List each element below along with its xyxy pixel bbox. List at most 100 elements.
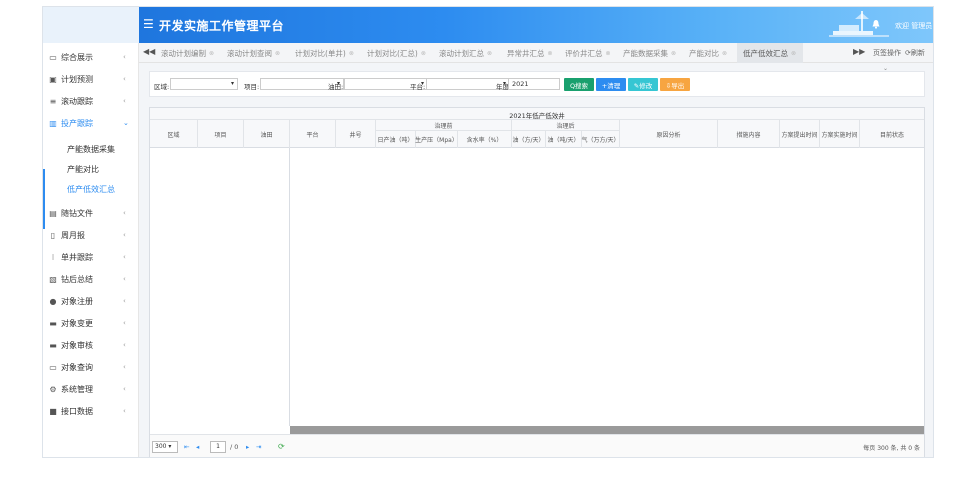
col-impl-time[interactable]: 方案实施时间 xyxy=(820,120,860,148)
close-icon[interactable]: ⊗ xyxy=(606,50,611,57)
page-size-select[interactable]: 300 ▾ xyxy=(152,441,178,453)
clear-button[interactable]: +清理 xyxy=(596,78,626,91)
sidebar-item-label: 对象审核 xyxy=(61,340,93,350)
sidebar-subitem-capacity-data[interactable]: 产能数据采集 xyxy=(43,139,139,159)
col-status[interactable]: 目前状态 xyxy=(860,120,924,148)
year-input[interactable]: 2021 xyxy=(508,78,560,90)
bell-icon[interactable] xyxy=(871,19,881,29)
col-platform[interactable]: 平台 xyxy=(290,120,336,148)
sidebar-item-system-admin[interactable]: ⚙ 系统管理 ‹ xyxy=(43,379,139,399)
tab-abnormal-wells[interactable]: 异常井汇总 ⊗ xyxy=(503,43,559,63)
col-measures[interactable]: 措施内容 xyxy=(718,120,780,148)
summary-icon: ▧ xyxy=(49,274,57,284)
tab-rolling-plan-view[interactable]: 滚动计划查阅 ⊗ xyxy=(223,43,289,63)
close-icon[interactable]: ⊗ xyxy=(349,50,354,57)
sidebar-item-label: 系统管理 xyxy=(61,384,93,394)
col-plan-time[interactable]: 方案提出时间 xyxy=(780,120,820,148)
sidebar-item-object-register[interactable]: ● 对象注册 ‹ xyxy=(43,291,139,311)
tabs-scroll-left-icon[interactable]: ◀◀ xyxy=(143,47,155,56)
grid-header: 2021年低产低效井 区域 项目 油田 平台 井号 治理前 日产油（吨） 生产压… xyxy=(150,108,924,148)
search-button[interactable]: Q搜索 xyxy=(564,78,594,91)
col-after-oil-ton[interactable]: 油（吨/天） xyxy=(546,131,582,148)
col-oilfield[interactable]: 油田 xyxy=(244,120,290,148)
close-icon[interactable]: ⊗ xyxy=(209,50,214,57)
sidebar-item-object-audit[interactable]: ▬ 对象审核 ‹ xyxy=(43,335,139,355)
region-label: 区域: xyxy=(154,83,170,91)
chevron-left-icon: ‹ xyxy=(123,319,126,327)
tab-capacity-data[interactable]: 产能数据采集 ⊗ xyxy=(619,43,683,63)
tab-label: 异常井汇总 xyxy=(507,48,545,58)
sidebar-subitem-low-yield-summary[interactable]: 低产低效汇总 xyxy=(43,179,139,199)
menu-toggle-icon[interactable]: ☰ xyxy=(143,17,154,31)
next-page-icon[interactable]: ▸ xyxy=(246,443,249,451)
first-page-icon[interactable]: ⇤ xyxy=(184,443,189,451)
chevron-left-icon: ‹ xyxy=(123,231,126,239)
horizontal-scrollbar[interactable] xyxy=(290,426,924,434)
chevron-left-icon: ‹ xyxy=(123,97,126,105)
top-header: ☰ 开发实施工作管理平台 欢迎 管理员 xyxy=(43,7,933,43)
sidebar-item-plan-forecast[interactable]: ▣ 计划预测 ‹ xyxy=(43,69,139,89)
sidebar-item-post-drilling[interactable]: ▧ 钻后总结 ‹ xyxy=(43,269,139,289)
tab-low-yield-summary[interactable]: 低产低效汇总 ⊗ xyxy=(737,43,803,63)
tab-label: 产能数据采集 xyxy=(623,48,668,58)
export-button[interactable]: ⇩导出 xyxy=(660,78,690,91)
last-page-icon[interactable]: ⇥ xyxy=(256,443,261,451)
close-icon[interactable]: ⊗ xyxy=(275,50,280,57)
close-icon[interactable]: ⊗ xyxy=(791,50,796,57)
close-icon[interactable]: ⊗ xyxy=(548,50,553,57)
col-region[interactable]: 区域 xyxy=(150,120,198,148)
sidebar-item-label: 接口数据 xyxy=(61,406,93,416)
data-grid: 2021年低产低效井 区域 项目 油田 平台 井号 治理前 日产油（吨） 生产压… xyxy=(149,107,925,457)
sidebar-item-object-change[interactable]: ▬ 对象变更 ‹ xyxy=(43,313,139,333)
sidebar-item-production-tracking[interactable]: ▥ 投产跟踪 ⌄ xyxy=(43,113,139,133)
edit-button[interactable]: ✎修改 xyxy=(628,78,658,91)
tab-label: 滚动计划编制 xyxy=(161,48,206,58)
sidebar-item-label: 滚动跟踪 xyxy=(61,96,93,106)
region-select[interactable]: ▾ xyxy=(170,78,238,90)
close-icon[interactable]: ⊗ xyxy=(722,50,727,57)
tab-operations-menu[interactable]: 页签操作 xyxy=(873,48,901,58)
users-icon: ● xyxy=(49,296,57,306)
col-project[interactable]: 项目 xyxy=(198,120,244,148)
col-cause[interactable]: 原因分析 xyxy=(620,120,718,148)
tab-plan-compare-summary[interactable]: 计划对比(汇总) ⊗ xyxy=(363,43,433,63)
main-content: ⌄ 区域: ▾ 项目: ▾ 油田: ▾ 平台: ▾ 年度: 2021 Q搜索 +… xyxy=(139,63,933,457)
close-icon[interactable]: ⊗ xyxy=(421,50,426,57)
database-icon: ■ xyxy=(49,406,57,416)
chevron-left-icon: ‹ xyxy=(123,407,126,415)
app-window: ☰ 开发实施工作管理平台 欢迎 管理员 ▭ 综合展示 ‹ ▣ 计划预测 ‹ ≡ xyxy=(42,6,934,458)
tab-capacity-compare[interactable]: 产能对比 ⊗ xyxy=(685,43,735,63)
tab-plan-compare-single[interactable]: 计划对比(单井) ⊗ xyxy=(291,43,361,63)
close-icon[interactable]: ⊗ xyxy=(487,50,492,57)
sidebar-item-label: 计划预测 xyxy=(61,74,93,84)
page-number-input[interactable]: 1 xyxy=(210,441,226,453)
tab-rolling-plan-summary[interactable]: 滚动计划汇总 ⊗ xyxy=(435,43,501,63)
platform-label: 平台: xyxy=(410,83,426,91)
tab-evaluation-wells[interactable]: 评价井汇总 ⊗ xyxy=(561,43,617,63)
list-icon: ≡ xyxy=(49,96,57,106)
sidebar-item-label: 钻后总结 xyxy=(61,274,93,284)
sidebar-item-drilling-files[interactable]: ▤ 随钻文件 ‹ xyxy=(43,203,139,223)
sidebar-item-interface-data[interactable]: ■ 接口数据 ‹ xyxy=(43,401,139,421)
sidebar-item-rolling-tracking[interactable]: ≡ 滚动跟踪 ‹ xyxy=(43,91,139,111)
col-before-water-cut[interactable]: 含水率（%） xyxy=(458,131,512,148)
close-icon[interactable]: ⊗ xyxy=(671,50,676,57)
sidebar-item-single-well[interactable]: ⁝ 单井跟踪 ‹ xyxy=(43,247,139,267)
col-before-pressure[interactable]: 生产压（Mpa） xyxy=(415,131,458,148)
sidebar-item-weekly-monthly[interactable]: ▯ 周月报 ‹ xyxy=(43,225,139,245)
col-after-oil[interactable]: 油（方/天） xyxy=(512,131,546,148)
chevron-left-icon: ‹ xyxy=(123,363,126,371)
prev-page-icon[interactable]: ◂ xyxy=(196,443,199,451)
col-after-gas[interactable]: 气（万方/天） xyxy=(581,131,620,148)
tab-rolling-plan-edit[interactable]: 滚动计划编制 ⊗ xyxy=(157,43,221,63)
welcome-text[interactable]: 欢迎 管理员 xyxy=(895,21,932,31)
sidebar-item-object-query[interactable]: ▭ 对象查询 ‹ xyxy=(43,357,139,377)
col-well[interactable]: 井号 xyxy=(336,120,376,148)
reload-icon[interactable]: ⟳ xyxy=(278,442,285,451)
tabs-scroll-right-icon[interactable]: ▶▶ xyxy=(853,47,865,56)
sidebar-subitem-capacity-compare[interactable]: 产能对比 xyxy=(43,159,139,179)
col-before-daily-oil[interactable]: 日产油（吨） xyxy=(376,131,416,148)
sidebar-item-overview[interactable]: ▭ 综合展示 ‹ xyxy=(43,47,139,67)
gear-icon: ⚙ xyxy=(49,384,57,394)
refresh-button[interactable]: ⟳刷新 xyxy=(905,48,925,58)
